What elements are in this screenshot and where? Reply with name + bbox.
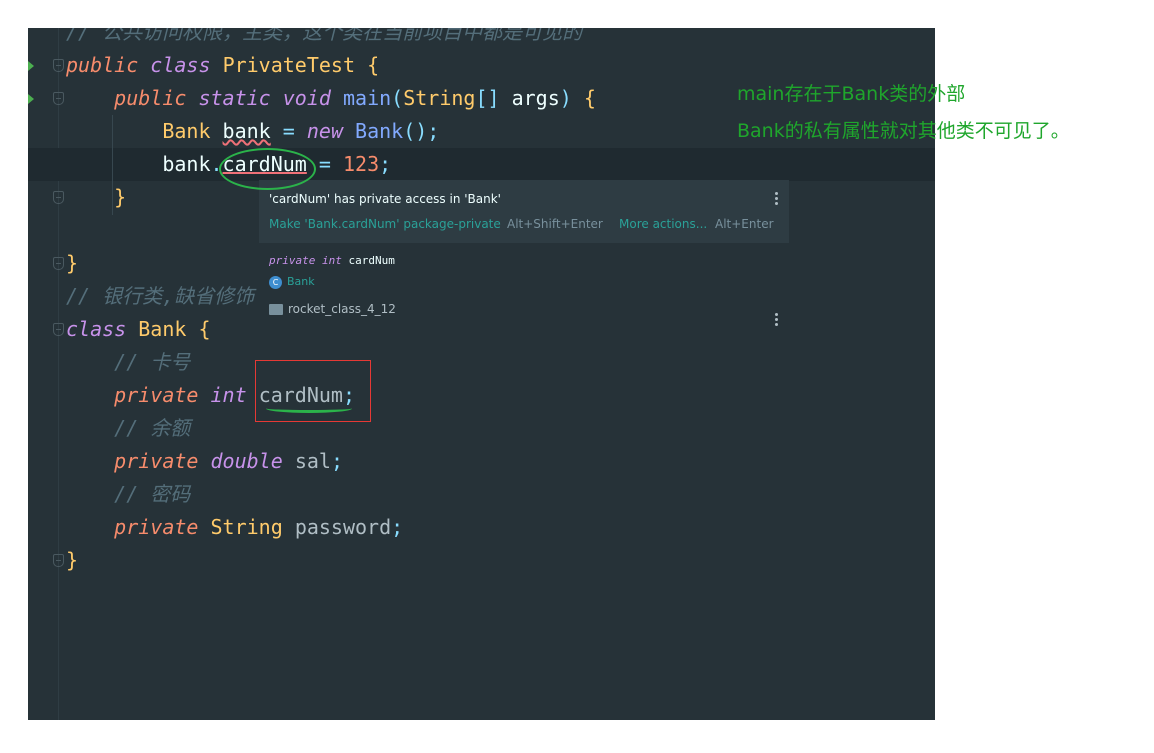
keyword: new bbox=[306, 119, 343, 143]
quick-fix-shortcut: Alt+Shift+Enter bbox=[507, 217, 603, 231]
popup-more-icon[interactable] bbox=[775, 313, 779, 328]
keyword: public bbox=[66, 53, 139, 77]
brace: { bbox=[367, 53, 380, 77]
semicolon: ; bbox=[330, 449, 343, 473]
semicolon: ; bbox=[379, 152, 392, 176]
class-icon: C bbox=[269, 275, 282, 289]
fold-marker-icon[interactable] bbox=[53, 554, 64, 567]
comment: // 卡号 bbox=[114, 350, 191, 374]
annotation-text-1: main存在于Bank类的外部 bbox=[737, 83, 966, 105]
operator: = bbox=[282, 119, 295, 143]
field-name: password bbox=[294, 515, 392, 539]
keyword: void bbox=[282, 86, 331, 110]
code-line[interactable]: public class PrivateTest { bbox=[66, 49, 379, 82]
comment: // 银行类,缺省修饰 bbox=[66, 284, 255, 308]
constructor-call: Bank bbox=[355, 119, 404, 143]
module-name: rocket_class_4_12 bbox=[288, 302, 396, 316]
comment: // 公共访问权限，主类，这个类在当前项目中都是可见的 bbox=[66, 28, 583, 44]
brace: { bbox=[198, 317, 211, 341]
keyword: public bbox=[114, 86, 187, 110]
gutter-divider bbox=[58, 28, 59, 720]
class-link[interactable]: C Bank bbox=[269, 275, 315, 289]
annotation-underline bbox=[266, 404, 352, 413]
code-line[interactable]: } bbox=[66, 247, 78, 280]
code-line[interactable]: // 卡号 bbox=[66, 346, 190, 379]
brace: } bbox=[66, 548, 79, 572]
code-line[interactable]: private String password; bbox=[66, 511, 403, 544]
semicolon: ; bbox=[427, 119, 440, 143]
fold-marker-icon[interactable] bbox=[53, 92, 64, 105]
error-tooltip-popup: 'cardNum' has private access in 'Bank' M… bbox=[259, 180, 789, 330]
semicolon: ; bbox=[391, 515, 404, 539]
fold-marker-icon[interactable] bbox=[53, 191, 64, 204]
code-line[interactable]: } bbox=[66, 544, 78, 577]
fold-marker-icon[interactable] bbox=[53, 323, 64, 336]
comment: // 密码 bbox=[114, 482, 191, 506]
method-name: main bbox=[342, 86, 392, 110]
keyword: class bbox=[150, 53, 211, 77]
decl-name: cardNum bbox=[348, 254, 395, 267]
type-name: double bbox=[210, 449, 283, 473]
keyword: private bbox=[114, 449, 199, 473]
brace: } bbox=[66, 251, 79, 275]
param-name: args bbox=[511, 86, 560, 110]
keyword: static bbox=[198, 86, 271, 110]
type-name: String bbox=[403, 86, 476, 110]
fold-marker-icon[interactable] bbox=[53, 59, 64, 72]
run-class-icon[interactable] bbox=[28, 61, 34, 71]
popup-menu-icon[interactable] bbox=[775, 192, 779, 207]
class-name: Bank bbox=[138, 317, 187, 341]
code-line[interactable]: // 公共访问权限，主类，这个类在当前项目中都是可见的 bbox=[66, 28, 582, 49]
type-name: Bank bbox=[162, 119, 211, 143]
type-name: int bbox=[210, 383, 247, 407]
code-line[interactable]: class Bank { bbox=[66, 313, 211, 346]
more-actions-link[interactable]: More actions... bbox=[619, 217, 707, 231]
error-message: 'cardNum' has private access in 'Bank' bbox=[269, 192, 501, 206]
class-link-label: Bank bbox=[287, 275, 315, 288]
declaration-signature: private int cardNum bbox=[269, 254, 395, 267]
paren: () bbox=[403, 119, 428, 143]
run-main-icon[interactable] bbox=[28, 94, 34, 104]
keyword: private bbox=[114, 515, 199, 539]
variable-name: bank bbox=[162, 152, 211, 176]
brace: { bbox=[583, 86, 596, 110]
paren: ( bbox=[391, 86, 404, 110]
brace: } bbox=[114, 185, 127, 209]
code-line[interactable]: // 密码 bbox=[66, 478, 190, 511]
folder-icon bbox=[269, 304, 283, 315]
code-line[interactable]: private double sal; bbox=[66, 445, 343, 478]
brackets: [] bbox=[475, 86, 500, 110]
annotation-text-2: Bank的私有属性就对其他类不可见了。 bbox=[737, 120, 1070, 142]
code-line[interactable]: // 余额 bbox=[66, 412, 190, 445]
field-name: sal bbox=[294, 449, 331, 473]
paren: ) bbox=[559, 86, 572, 110]
quick-fix-link[interactable]: Make 'Bank.cardNum' package-private bbox=[269, 217, 501, 231]
code-line[interactable]: public static void main(String[] args) { bbox=[66, 82, 596, 115]
decl-type: int bbox=[321, 254, 342, 267]
decl-modifier: private bbox=[269, 254, 316, 267]
number-literal: 123 bbox=[342, 152, 380, 176]
annotation-circle bbox=[219, 148, 316, 190]
keyword: class bbox=[66, 317, 127, 341]
more-actions-shortcut: Alt+Enter bbox=[715, 217, 774, 231]
code-line[interactable]: // 银行类,缺省修饰 bbox=[66, 280, 254, 313]
code-line[interactable]: } bbox=[66, 181, 126, 214]
fold-marker-icon[interactable] bbox=[53, 257, 64, 270]
variable-name: bank bbox=[222, 119, 271, 143]
comment: // 余额 bbox=[114, 416, 191, 440]
code-line[interactable]: Bank bank = new Bank(); bbox=[66, 115, 439, 148]
type-name: String bbox=[210, 515, 283, 539]
module-label: rocket_class_4_12 bbox=[269, 302, 396, 316]
operator: = bbox=[318, 152, 331, 176]
class-name: PrivateTest bbox=[222, 53, 356, 77]
keyword: private bbox=[114, 383, 199, 407]
popup-header bbox=[259, 180, 789, 243]
